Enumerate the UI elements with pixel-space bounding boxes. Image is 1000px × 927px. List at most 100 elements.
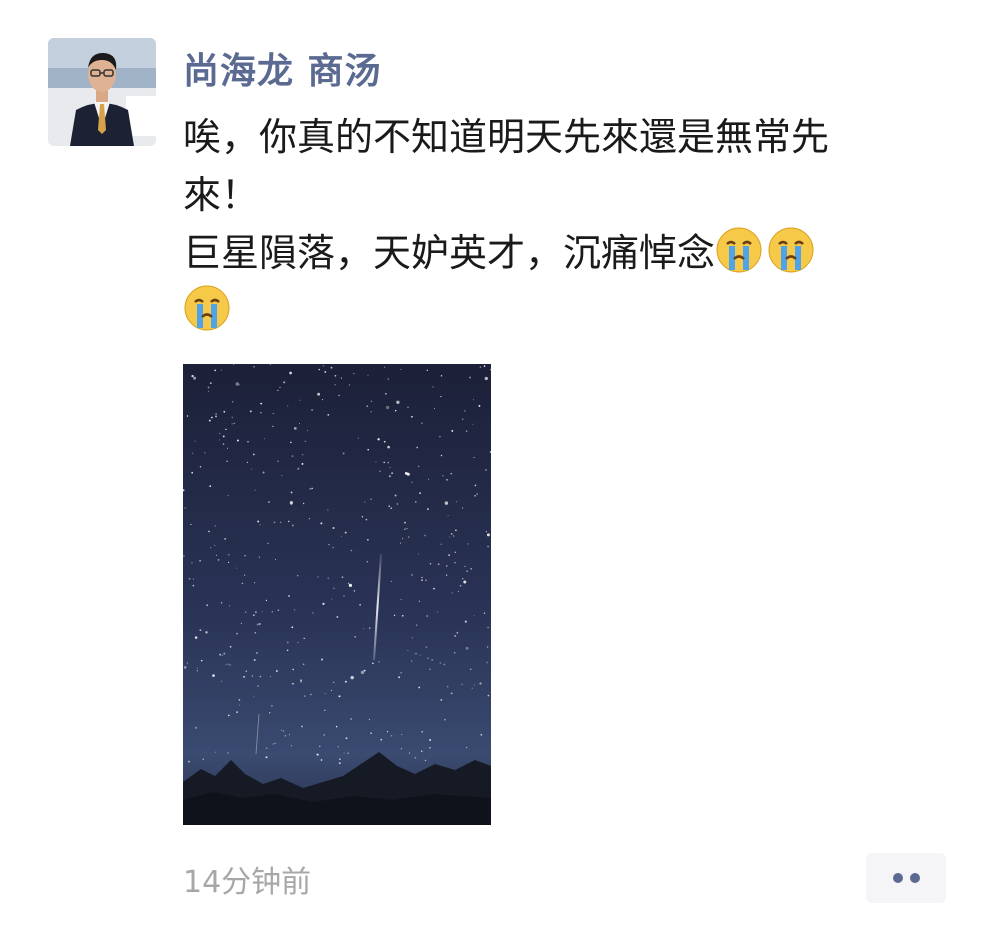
star — [464, 620, 467, 623]
star — [258, 556, 260, 558]
star — [194, 726, 198, 729]
star — [186, 415, 189, 417]
star — [293, 427, 297, 430]
star — [321, 658, 323, 661]
star — [282, 730, 285, 732]
star — [317, 576, 319, 578]
star — [396, 503, 399, 505]
star — [245, 670, 248, 672]
more-dots-icon[interactable] — [866, 853, 946, 903]
star — [222, 435, 225, 438]
star — [309, 488, 311, 490]
crying-face-icon — [767, 226, 815, 274]
star — [194, 440, 196, 442]
star — [411, 574, 413, 576]
star — [390, 734, 393, 737]
star — [465, 646, 469, 650]
star — [258, 623, 261, 625]
star — [408, 752, 410, 754]
star — [240, 622, 242, 625]
star — [427, 508, 429, 510]
star — [221, 654, 223, 656]
star — [184, 507, 186, 509]
star — [411, 481, 413, 483]
star — [479, 366, 482, 368]
star — [446, 574, 448, 576]
star — [388, 475, 391, 478]
star — [188, 577, 191, 580]
star — [214, 525, 216, 527]
star — [322, 602, 325, 605]
star — [191, 562, 193, 564]
star — [469, 376, 471, 379]
star — [363, 627, 365, 629]
post-timestamp: 14分钟前 — [183, 865, 312, 900]
star — [322, 365, 325, 367]
star — [463, 580, 467, 584]
star — [228, 714, 230, 717]
star — [418, 553, 420, 555]
star — [367, 448, 370, 451]
star — [296, 574, 299, 577]
star — [369, 627, 371, 629]
star — [327, 509, 329, 511]
star — [298, 422, 301, 425]
star — [207, 390, 210, 393]
star — [466, 746, 468, 749]
star — [383, 461, 385, 464]
star — [300, 680, 303, 683]
star — [383, 440, 386, 443]
star — [209, 485, 212, 487]
star — [286, 649, 289, 652]
star — [334, 384, 336, 386]
star — [263, 438, 265, 440]
star — [347, 582, 350, 585]
star — [338, 695, 341, 698]
star — [363, 669, 366, 672]
star — [229, 645, 232, 648]
star — [337, 746, 339, 748]
star — [439, 435, 441, 438]
star — [261, 611, 263, 613]
post-text-line-3: 巨星隕落，天妒英才，沉痛悼念 — [183, 224, 963, 282]
star — [271, 704, 273, 707]
author-avatar[interactable] — [48, 38, 156, 146]
star — [302, 454, 304, 456]
star — [338, 762, 341, 764]
star — [440, 543, 442, 545]
star — [368, 718, 371, 721]
star — [212, 674, 215, 677]
post-text-line-3-text: 巨星隕落，天妒英才，沉痛悼念 — [183, 231, 716, 275]
star — [207, 386, 210, 389]
star — [462, 418, 464, 420]
star — [232, 401, 234, 403]
star — [372, 662, 374, 665]
star — [364, 501, 366, 503]
star — [277, 389, 279, 392]
star — [254, 582, 256, 584]
star — [223, 410, 226, 413]
star — [342, 452, 345, 455]
star — [204, 451, 206, 454]
star — [199, 465, 202, 468]
star — [254, 489, 256, 491]
star — [370, 498, 372, 500]
star — [254, 632, 257, 634]
star — [464, 410, 466, 412]
star — [289, 501, 294, 505]
author-name[interactable]: 尚海龙 商汤 — [183, 42, 382, 94]
star — [269, 712, 271, 714]
star — [454, 561, 456, 564]
star — [401, 733, 403, 735]
star — [247, 440, 249, 443]
star — [429, 562, 432, 565]
star — [244, 574, 246, 576]
star — [361, 516, 364, 518]
post-photo[interactable] — [183, 364, 491, 825]
star — [398, 676, 401, 679]
star — [233, 422, 235, 425]
star — [469, 668, 472, 671]
star — [186, 662, 188, 664]
star — [283, 381, 286, 384]
star — [407, 406, 409, 409]
